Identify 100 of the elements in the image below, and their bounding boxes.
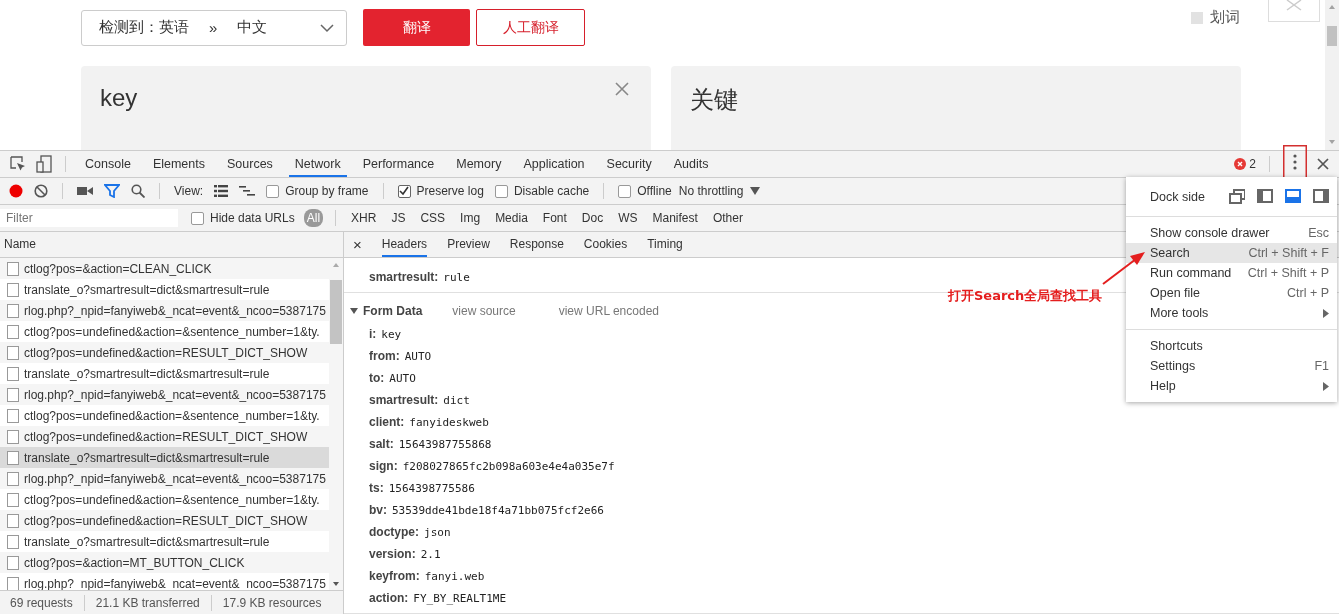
tab[interactable]: Network [288, 151, 347, 177]
filter-type[interactable]: Manifest [649, 209, 701, 227]
menu-item[interactable]: Open file Ctrl + P [1126, 283, 1337, 303]
dock-left-icon[interactable] [1256, 189, 1273, 204]
device-toolbar-icon[interactable] [36, 155, 52, 173]
human-translate-button[interactable]: 人工翻译 [476, 9, 585, 46]
view-link[interactable]: view source [452, 304, 516, 318]
menu-item[interactable]: Help [1126, 376, 1337, 396]
param-value: fanyideskweb [409, 415, 489, 429]
request-row[interactable]: ctlog?pos=undefined&action=RESULT_DICT_SHOW [0, 342, 329, 363]
filter-type[interactable]: Other [709, 209, 746, 227]
param-value: AUTO [404, 349, 432, 363]
param-value: fanyi.web [424, 569, 485, 583]
file-icon [7, 555, 19, 570]
menu-item-label: Help [1150, 379, 1176, 393]
filter-type[interactable]: WS [615, 209, 641, 227]
triangle-down-icon[interactable] [350, 307, 358, 315]
menu-item[interactable]: More tools [1126, 303, 1337, 323]
shortcut-text: Esc [1308, 226, 1329, 240]
request-row[interactable]: ctlog?pos=undefined&action=RESULT_DICT_SHOW [0, 426, 329, 447]
param-key: smartresult: [369, 393, 439, 407]
record-icon[interactable] [9, 184, 23, 198]
video-camera-icon[interactable] [77, 185, 93, 197]
menu-label: Dock side [1150, 189, 1205, 204]
tab[interactable]: Application [517, 151, 591, 177]
tab[interactable]: Performance [356, 151, 441, 177]
checkbox[interactable] [494, 184, 508, 198]
language-select[interactable]: 检测到：英语 » 中文 [81, 9, 347, 46]
filter-type[interactable]: Media [492, 209, 531, 227]
tab[interactable]: Elements [146, 151, 211, 177]
request-row[interactable]: ctlog?pos=&action=CLEAN_CLICK [0, 258, 329, 279]
menu-item[interactable]: Settings F1 [1126, 356, 1337, 376]
request-row[interactable]: rlog.php?_npid=fanyiweb&_ncat=event&_ncoo=5387175 [0, 300, 329, 321]
tab[interactable]: Audits [667, 151, 715, 177]
file-icon [7, 450, 19, 465]
tab[interactable]: Headers [381, 232, 428, 257]
menu-item[interactable]: Search Ctrl + Shift + F [1126, 243, 1337, 263]
menu-item[interactable]: Shortcuts [1126, 336, 1337, 356]
target-language: 中文 [237, 18, 268, 37]
menu-item-label: Search [1150, 246, 1190, 260]
close-icon[interactable] [1317, 158, 1329, 170]
menu-item-label: Run command [1150, 266, 1232, 280]
throttling-select[interactable]: No throttling [678, 184, 744, 198]
checkbox[interactable] [191, 211, 204, 225]
dock-bottom-icon[interactable] [1284, 189, 1301, 204]
section-title[interactable]: Form Data [363, 304, 423, 318]
filter-type[interactable]: CSS [417, 209, 449, 227]
checkbox-label: Hide data URLs [210, 211, 295, 225]
filter-icon[interactable] [104, 184, 120, 198]
param-key: sign: [369, 459, 398, 473]
dropdown-arrow-icon[interactable] [750, 187, 761, 195]
view-label: View: [174, 184, 204, 198]
tab[interactable]: Console [79, 151, 137, 177]
filter-type[interactable]: Img [457, 209, 484, 227]
error-count: 2 [1249, 157, 1256, 171]
inspect-icon[interactable] [10, 156, 26, 172]
close-button[interactable]: × [353, 236, 362, 253]
param-value: json [424, 525, 451, 539]
request-name: ctlog?pos=&action=MT_BUTTON_CLICK [24, 555, 245, 570]
request-row[interactable]: translate_o?smartresult=dict&smartresult=rule [0, 447, 329, 468]
checkbox[interactable] [1191, 11, 1203, 24]
list-view-icon[interactable] [214, 185, 229, 197]
request-row[interactable]: ctlog?pos=&action=MT_BUTTON_CLICK [0, 552, 329, 573]
tab[interactable]: Response [509, 232, 564, 257]
tab[interactable]: Preview [447, 232, 490, 257]
tab[interactable]: Sources [221, 151, 279, 177]
tab[interactable]: Security [600, 151, 658, 177]
menu-item[interactable]: Run command Ctrl + Shift + P [1126, 263, 1337, 283]
dock-undock-icon[interactable] [1228, 189, 1245, 204]
request-row[interactable]: rlog.php?_npid=fanyiweb&_ncat=event&_ncoo=5387175 [0, 384, 329, 405]
checkbox-label: Offline [637, 184, 672, 198]
dock-right-icon[interactable] [1312, 189, 1329, 204]
close-icon[interactable] [615, 82, 629, 96]
search-icon[interactable] [131, 184, 145, 198]
source-text-area[interactable]: key [81, 66, 651, 150]
filter-type[interactable]: Doc [578, 209, 607, 227]
checkbox[interactable] [618, 184, 632, 198]
file-icon [7, 534, 19, 549]
request-row[interactable]: rlog.php?_npid=fanyiweb&_ncat=event&_ncoo=5387175 [0, 468, 329, 489]
checkbox[interactable] [397, 184, 411, 198]
filter-type[interactable]: Font [539, 209, 570, 227]
tab[interactable]: Memory [450, 151, 508, 177]
waterfall-view-icon[interactable] [239, 185, 256, 197]
checkbox[interactable] [266, 184, 280, 198]
column-header[interactable]: Name [0, 232, 343, 258]
file-icon [7, 387, 19, 402]
filter-type[interactable]: JS [388, 209, 409, 227]
shortcut-text: Ctrl + Shift + P [1247, 266, 1329, 280]
request-name: ctlog?pos=undefined&action=&sentence_number=1&ty. [24, 408, 320, 423]
request-row[interactable]: ctlog?pos=undefined&action=RESULT_DICT_SHOW [0, 510, 329, 531]
request-name: rlog.php?_npid=fanyiweb&_ncat=event&_ncoo=5387175 [24, 576, 326, 590]
menu-item[interactable]: Show console drawer Esc [1126, 223, 1337, 243]
view-link[interactable]: view URL encoded [558, 304, 659, 318]
filter-input[interactable]: Filter [0, 209, 178, 227]
clear-icon[interactable] [34, 184, 48, 198]
translate-button[interactable]: 翻译 [363, 9, 470, 46]
tab[interactable]: Timing [647, 232, 683, 257]
status-text: 17.9 KB resources [222, 595, 322, 610]
filter-type[interactable]: XHR [348, 209, 380, 227]
tab[interactable]: Cookies [583, 232, 628, 257]
